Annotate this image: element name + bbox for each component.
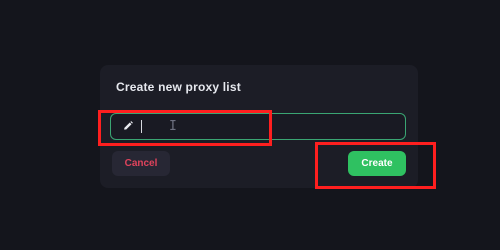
proxy-list-name-field[interactable]: I (110, 113, 406, 140)
screen: Create new proxy list I Cancel Create (0, 0, 500, 250)
i-beam-cursor: I (169, 119, 177, 134)
text-cursor (141, 120, 142, 133)
pencil-icon (124, 121, 133, 130)
proxy-list-name-input[interactable] (147, 116, 401, 138)
cancel-button[interactable]: Cancel (112, 151, 170, 176)
dialog-title: Create new proxy list (116, 80, 241, 94)
create-proxy-list-dialog: Create new proxy list I Cancel Create (100, 65, 418, 188)
create-button[interactable]: Create (348, 151, 406, 176)
